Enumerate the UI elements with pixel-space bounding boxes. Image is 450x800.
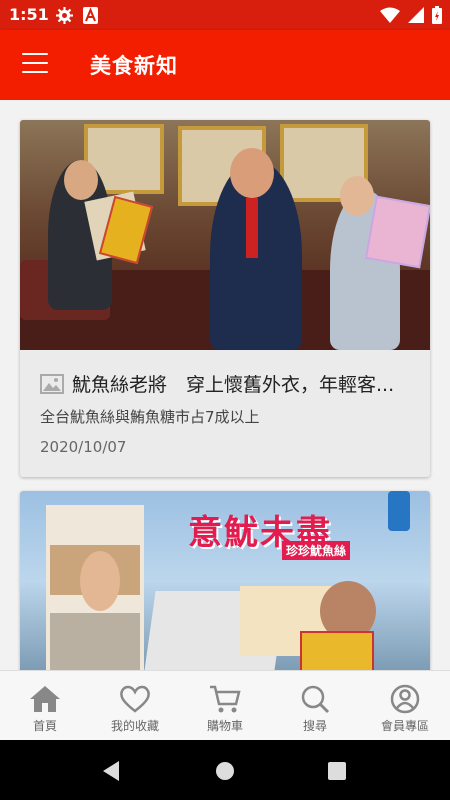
recents-icon[interactable] xyxy=(328,762,346,780)
gear-icon xyxy=(56,7,73,24)
magazine-tagline: 珍珍魷魚絲 xyxy=(282,541,351,560)
article-title: 魷魚絲老將 穿上懷舊外衣，年輕客... xyxy=(72,374,395,396)
wifi-icon xyxy=(380,7,400,23)
nav-label: 首頁 xyxy=(32,719,57,733)
heart-icon xyxy=(120,685,150,713)
home-icon xyxy=(30,686,60,712)
article-card[interactable]: 意魷未盡 珍珍魷魚絲 xyxy=(20,491,430,670)
article-date: 2020/10/07 xyxy=(40,438,127,456)
article-photo xyxy=(20,120,430,350)
nav-label: 我的收藏 xyxy=(110,719,159,733)
font-a-icon xyxy=(83,7,98,24)
battery-charging-icon xyxy=(432,6,442,24)
image-placeholder-icon xyxy=(40,373,64,394)
app-bar: 美食新知 xyxy=(0,30,450,100)
cart-icon xyxy=(210,685,241,713)
nav-member[interactable]: 會員專區 xyxy=(360,671,450,741)
nav-label: 購物車 xyxy=(206,719,243,733)
article-card[interactable]: 魷魚絲老將 穿上懷舊外衣，年輕客... 全台魷魚絲與鮪魚糖市占7成以上 2020… xyxy=(20,120,430,477)
home-circle-icon[interactable] xyxy=(215,761,235,781)
nav-home[interactable]: 首頁 xyxy=(0,671,90,741)
app-title: 美食新知 xyxy=(90,54,178,78)
nav-favorites[interactable]: 我的收藏 xyxy=(90,671,180,741)
back-icon[interactable] xyxy=(101,760,121,782)
system-nav-bar xyxy=(0,740,450,800)
nav-cart[interactable]: 購物車 xyxy=(180,671,270,741)
article-list[interactable]: 魷魚絲老將 穿上懷舊外衣，年輕客... 全台魷魚絲與鮪魚糖市占7成以上 2020… xyxy=(0,100,450,670)
hamburger-menu-icon[interactable] xyxy=(22,53,48,77)
magazine-photo: 意魷未盡 珍珍魷魚絲 xyxy=(20,491,430,670)
nav-label: 會員專區 xyxy=(380,719,429,733)
user-icon xyxy=(390,684,420,714)
status-bar: 1:51 xyxy=(0,0,450,30)
signal-icon xyxy=(408,7,424,23)
bottom-nav: 首頁 我的收藏 購物車 搜尋 會員專區 xyxy=(0,670,450,741)
nav-label: 搜尋 xyxy=(302,719,327,733)
search-icon xyxy=(301,685,330,714)
article-subtitle: 全台魷魚絲與鮪魚糖市占7成以上 xyxy=(40,408,260,426)
nav-search[interactable]: 搜尋 xyxy=(270,671,360,741)
status-time: 1:51 xyxy=(9,5,49,24)
